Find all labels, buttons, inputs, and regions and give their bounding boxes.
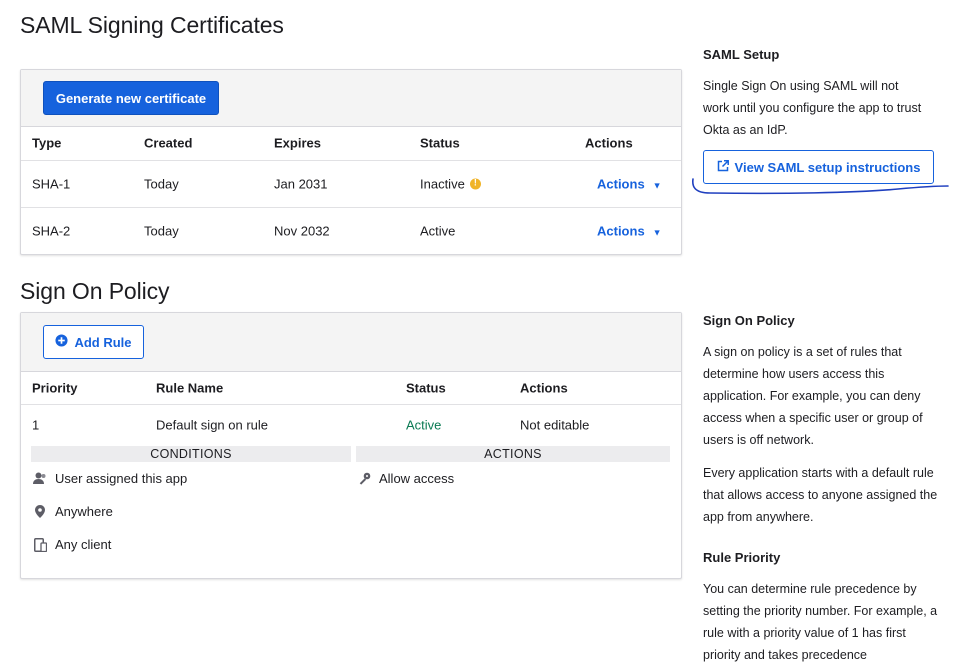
generate-certificate-button[interactable]: Generate new certificate [43, 81, 219, 115]
caret-down-icon: ▼ [652, 180, 662, 191]
policy-toolbar: Add Rule [21, 313, 681, 372]
add-rule-label: Add Rule [74, 334, 132, 350]
saml-setup-text: Single Sign On using SAML will not work … [703, 79, 922, 137]
condition-text: Anywhere [55, 504, 113, 519]
condition-user: User assigned this app [33, 471, 187, 486]
condition-text: User assigned this app [55, 471, 188, 486]
conditions-header: CONDITIONS [31, 446, 351, 462]
rule-priority-text: You can determine rule precedence by set… [703, 582, 938, 662]
sign-on-policy-text: A sign on policy is a set of rules that … [703, 345, 923, 447]
action-text: Allow access [379, 471, 455, 486]
cert-created: Today [144, 176, 179, 192]
rule-priority-heading: Rule Priority [703, 550, 781, 565]
condition-text: Any client [55, 537, 112, 552]
sign-on-policy-title: Sign On Policy [20, 278, 170, 304]
table-row[interactable]: 1 Default sign on rule Active Not editab… [21, 405, 681, 445]
cert-actions-dropdown[interactable]: Actions ▼ [597, 177, 662, 192]
col-status: Status [420, 135, 460, 151]
rule-actions: Not editable [520, 417, 590, 433]
condition-device: Any client [33, 537, 111, 552]
actions-label: Actions [597, 223, 645, 239]
cert-type: SHA-1 [32, 176, 71, 192]
col-type: Type [32, 135, 62, 151]
cert-status: Active [420, 223, 456, 239]
caret-down-icon: ▼ [652, 227, 662, 238]
col-status: Status [406, 380, 446, 395]
view-instructions-label: View SAML setup instructions [734, 159, 921, 175]
user-icon [33, 472, 47, 486]
rule-priority: 1 [32, 417, 40, 433]
certificates-panel: Generate new certificate Type Created Ex… [20, 69, 682, 255]
status-text: Inactive [420, 176, 465, 192]
saml-certificates-title: SAML Signing Certificates [20, 12, 284, 38]
col-expires: Expires [274, 135, 321, 151]
rule-name: Default sign on rule [156, 417, 269, 433]
cert-status: Inactive [420, 177, 481, 192]
actions-label: Actions [597, 176, 645, 192]
plus-circle-icon [55, 334, 69, 350]
add-rule-button[interactable]: Add Rule [43, 325, 144, 359]
col-actions: Actions [585, 135, 633, 151]
annotation-underline [691, 178, 949, 195]
col-created: Created [144, 135, 193, 151]
cert-expires: Jan 2031 [274, 176, 328, 192]
col-actions: Actions [520, 380, 568, 395]
warning-icon [469, 178, 481, 190]
actions-header: ACTIONS [356, 446, 670, 462]
certificates-header-row: Type Created Expires Status Actions [21, 126, 681, 161]
key-icon [357, 472, 371, 486]
condition-location: Anywhere [33, 504, 113, 519]
action-allow: Allow access [357, 471, 454, 486]
external-link-icon [717, 159, 729, 175]
policy-header-row: Priority Rule Name Status Actions [21, 371, 681, 405]
sign-on-policy-heading: Sign On Policy [703, 313, 795, 328]
cert-expires: Nov 2032 [274, 223, 330, 239]
col-rule-name: Rule Name [156, 380, 224, 395]
certificates-toolbar: Generate new certificate [21, 70, 681, 127]
table-row: SHA-2 Today Nov 2032 Active Actions ▼ [21, 208, 681, 254]
cert-type: SHA-2 [32, 223, 71, 239]
default-rule-text: Every application starts with a default … [703, 466, 938, 524]
table-row: SHA-1 Today Jan 2031 Inactive Actions ▼ [21, 161, 681, 208]
device-icon [33, 537, 47, 552]
location-pin-icon [33, 505, 47, 519]
col-priority: Priority [32, 380, 78, 395]
policy-panel: Add Rule Priority Rule Name Status Actio… [20, 312, 682, 579]
rule-status: Active [406, 417, 442, 433]
cert-created: Today [144, 223, 179, 239]
saml-setup-heading: SAML Setup [703, 47, 780, 62]
cert-actions-dropdown[interactable]: Actions ▼ [597, 224, 662, 239]
